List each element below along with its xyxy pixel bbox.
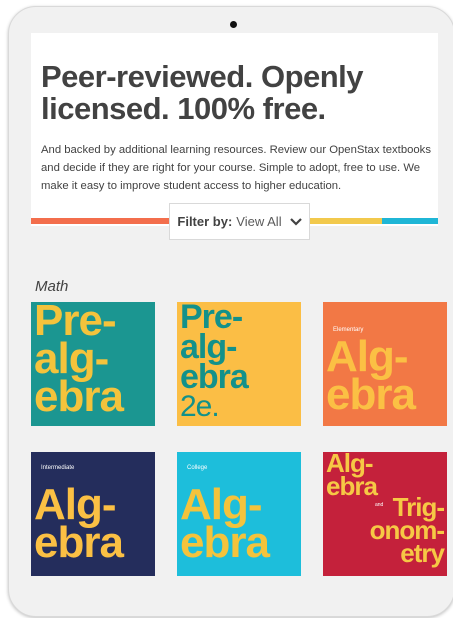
section-title-math: Math [35,278,69,295]
book-title-line: etry [400,538,445,568]
book-title-line: ebra [34,372,124,421]
book-college-algebra[interactable]: College Alg- ebra [177,452,301,576]
hero-description: And backed by additional learning resour… [41,144,431,192]
book-elementary-algebra[interactable]: Elementary Alg- ebra [323,302,447,426]
stripe-orange [31,218,176,224]
filter-label: Filter by: [177,214,233,229]
filter-dropdown[interactable]: Filter by: View All [169,203,310,240]
book-prealgebra-2e[interactable]: Pre- alg- ebra 2e. [177,302,301,426]
book-intermediate-algebra[interactable]: Intermediate Alg- ebra [31,452,155,576]
book-title-line: ebra [34,518,124,567]
book-title-line: ebra [180,358,249,396]
book-connector: and [375,502,384,508]
book-subtitle: College [187,465,208,471]
book-title-line: ebra [326,370,416,419]
book-algebra-and-trigonometry[interactable]: Alg- ebra and Trig- onom- etry [323,452,447,576]
stripe-yellow [310,218,382,224]
hero-headline: Peer-reviewed. Openly licensed. 100% fre… [41,59,364,126]
book-prealgebra[interactable]: Pre- alg- ebra [31,302,155,426]
book-subtitle: Intermediate [41,465,75,471]
book-title-line: ebra [326,471,378,501]
book-title-line: ebra [180,518,270,567]
stripe-blue [382,218,438,224]
camera-dot [230,21,237,28]
tablet-frame: Peer-reviewed. Openly licensed. 100% fre… [8,6,453,617]
hero-card: Peer-reviewed. Openly licensed. 100% fre… [31,33,438,226]
filter-value: View All [236,214,282,229]
chevron-down-icon [289,217,302,226]
book-edition: 2e. [180,390,220,423]
